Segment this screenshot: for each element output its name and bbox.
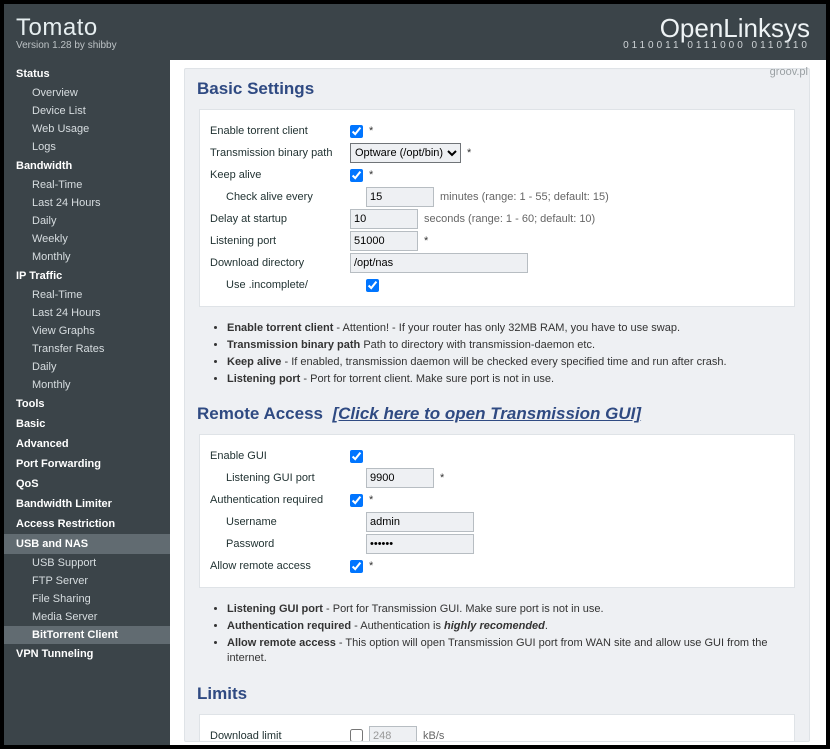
section-title-limits: Limits	[185, 674, 809, 714]
sidebar-item-monthly[interactable]: Monthly	[4, 376, 170, 394]
product-version: Version 1.28 by shibby	[16, 40, 117, 51]
sidebar-cat-bandwidth[interactable]: Bandwidth	[4, 156, 170, 176]
sidebar-item-real-time[interactable]: Real-Time	[4, 286, 170, 304]
sidebar-item-web-usage[interactable]: Web Usage	[4, 120, 170, 138]
note-item: Keep alive - If enabled, transmission da…	[227, 355, 795, 370]
sidebar-cat-ip-traffic[interactable]: IP Traffic	[4, 266, 170, 286]
section-title-remote: Remote Access [Click here to open Transm…	[185, 394, 809, 434]
label-listening-port: Listening port	[204, 235, 350, 247]
input-delay-startup[interactable]	[350, 209, 418, 229]
sidebar-cat-port-forwarding[interactable]: Port Forwarding	[4, 454, 170, 474]
label-check-alive: Check alive every	[204, 191, 366, 203]
header: Tomato Version 1.28 by shibby OpenLinksy…	[4, 4, 826, 60]
product-name: Tomato	[16, 14, 117, 42]
sidebar: StatusOverviewDevice ListWeb UsageLogsBa…	[4, 60, 174, 745]
sidebar-item-media-server[interactable]: Media Server	[4, 608, 170, 626]
label-password: Password	[204, 538, 366, 550]
checkbox-download-limit[interactable]	[350, 729, 363, 742]
input-download-limit[interactable]	[369, 726, 417, 742]
select-binary-path[interactable]: Optware (/opt/bin)	[350, 143, 461, 163]
sidebar-item-usb-support[interactable]: USB Support	[4, 554, 170, 572]
brand-subtitle: 0110011 0111000 0110110	[623, 40, 810, 51]
sidebar-item-weekly[interactable]: Weekly	[4, 230, 170, 248]
sidebar-item-daily[interactable]: Daily	[4, 358, 170, 376]
hint-check-alive: minutes (range: 1 - 55; default: 15)	[440, 191, 609, 203]
panel-remote: Enable GUI Listening GUI port * Authenti…	[199, 434, 795, 588]
note-item: Allow remote access - This option will o…	[227, 636, 795, 666]
notes-remote: Listening GUI port - Port for Transmissi…	[185, 588, 809, 673]
label-delay-startup: Delay at startup	[204, 213, 350, 225]
sidebar-cat-bandwidth-limiter[interactable]: Bandwidth Limiter	[4, 494, 170, 514]
sidebar-item-transfer-rates[interactable]: Transfer Rates	[4, 340, 170, 358]
checkbox-keep-alive[interactable]	[350, 169, 363, 182]
label-binary-path: Transmission binary path	[204, 147, 350, 159]
label-enable-gui: Enable GUI	[204, 450, 350, 462]
sidebar-item-ftp-server[interactable]: FTP Server	[4, 572, 170, 590]
label-keep-alive: Keep alive	[204, 169, 350, 181]
note-item: Listening port - Port for torrent client…	[227, 372, 795, 387]
sidebar-cat-access-restriction[interactable]: Access Restriction	[4, 514, 170, 534]
unit-download-limit: kB/s	[423, 730, 444, 742]
input-username[interactable]	[366, 512, 474, 532]
sidebar-item-daily[interactable]: Daily	[4, 212, 170, 230]
notes-basic: Enable torrent client - Attention! - If …	[185, 307, 809, 394]
input-download-dir[interactable]	[350, 253, 528, 273]
sidebar-item-last-24-hours[interactable]: Last 24 Hours	[4, 304, 170, 322]
label-enable-torrent: Enable torrent client	[204, 125, 350, 137]
checkbox-use-incomplete[interactable]	[366, 279, 379, 292]
hint-delay-startup: seconds (range: 1 - 60; default: 10)	[424, 213, 595, 225]
sidebar-item-view-graphs[interactable]: View Graphs	[4, 322, 170, 340]
sidebar-item-file-sharing[interactable]: File Sharing	[4, 590, 170, 608]
panel-limits: Download limit kB/s Upload limit kB/s	[199, 714, 795, 742]
input-gui-port[interactable]	[366, 468, 434, 488]
checkbox-auth-required[interactable]	[350, 494, 363, 507]
sidebar-cat-tools[interactable]: Tools	[4, 394, 170, 414]
sidebar-cat-qos[interactable]: QoS	[4, 474, 170, 494]
input-listening-port[interactable]	[350, 231, 418, 251]
link-open-transmission-gui[interactable]: [Click here to open Transmission GUI]	[332, 404, 641, 423]
sidebar-item-logs[interactable]: Logs	[4, 138, 170, 156]
label-gui-port: Listening GUI port	[204, 472, 366, 484]
sidebar-item-device-list[interactable]: Device List	[4, 102, 170, 120]
note-item: Transmission binary path Path to directo…	[227, 338, 795, 353]
note-item: Listening GUI port - Port for Transmissi…	[227, 602, 795, 617]
sidebar-cat-status[interactable]: Status	[4, 64, 170, 84]
sidebar-item-monthly[interactable]: Monthly	[4, 248, 170, 266]
input-check-alive[interactable]	[366, 187, 434, 207]
panel-basic: Enable torrent client * Transmission bin…	[199, 109, 795, 307]
sidebar-item-bittorrent-client[interactable]: BitTorrent Client	[4, 626, 170, 644]
checkbox-enable-gui[interactable]	[350, 450, 363, 463]
sidebar-item-last-24-hours[interactable]: Last 24 Hours	[4, 194, 170, 212]
label-allow-remote: Allow remote access	[204, 560, 350, 572]
label-auth-required: Authentication required	[204, 494, 350, 506]
sidebar-cat-advanced[interactable]: Advanced	[4, 434, 170, 454]
watermark: groov.pl	[770, 66, 808, 78]
checkbox-allow-remote[interactable]	[350, 560, 363, 573]
sidebar-cat-vpn-tunneling[interactable]: VPN Tunneling	[4, 644, 170, 664]
section-title-basic: Basic Settings	[185, 69, 809, 109]
label-username: Username	[204, 516, 366, 528]
sidebar-cat-basic[interactable]: Basic	[4, 414, 170, 434]
label-use-incomplete: Use .incomplete/	[204, 279, 366, 291]
label-download-limit: Download limit	[204, 730, 350, 742]
input-password[interactable]	[366, 534, 474, 554]
sidebar-cat-usb-and-nas[interactable]: USB and NAS	[4, 534, 170, 554]
sidebar-item-real-time[interactable]: Real-Time	[4, 176, 170, 194]
sidebar-item-overview[interactable]: Overview	[4, 84, 170, 102]
label-download-dir: Download directory	[204, 257, 350, 269]
checkbox-enable-torrent[interactable]	[350, 125, 363, 138]
note-item: Enable torrent client - Attention! - If …	[227, 321, 795, 336]
note-item: Authentication required - Authentication…	[227, 619, 795, 634]
